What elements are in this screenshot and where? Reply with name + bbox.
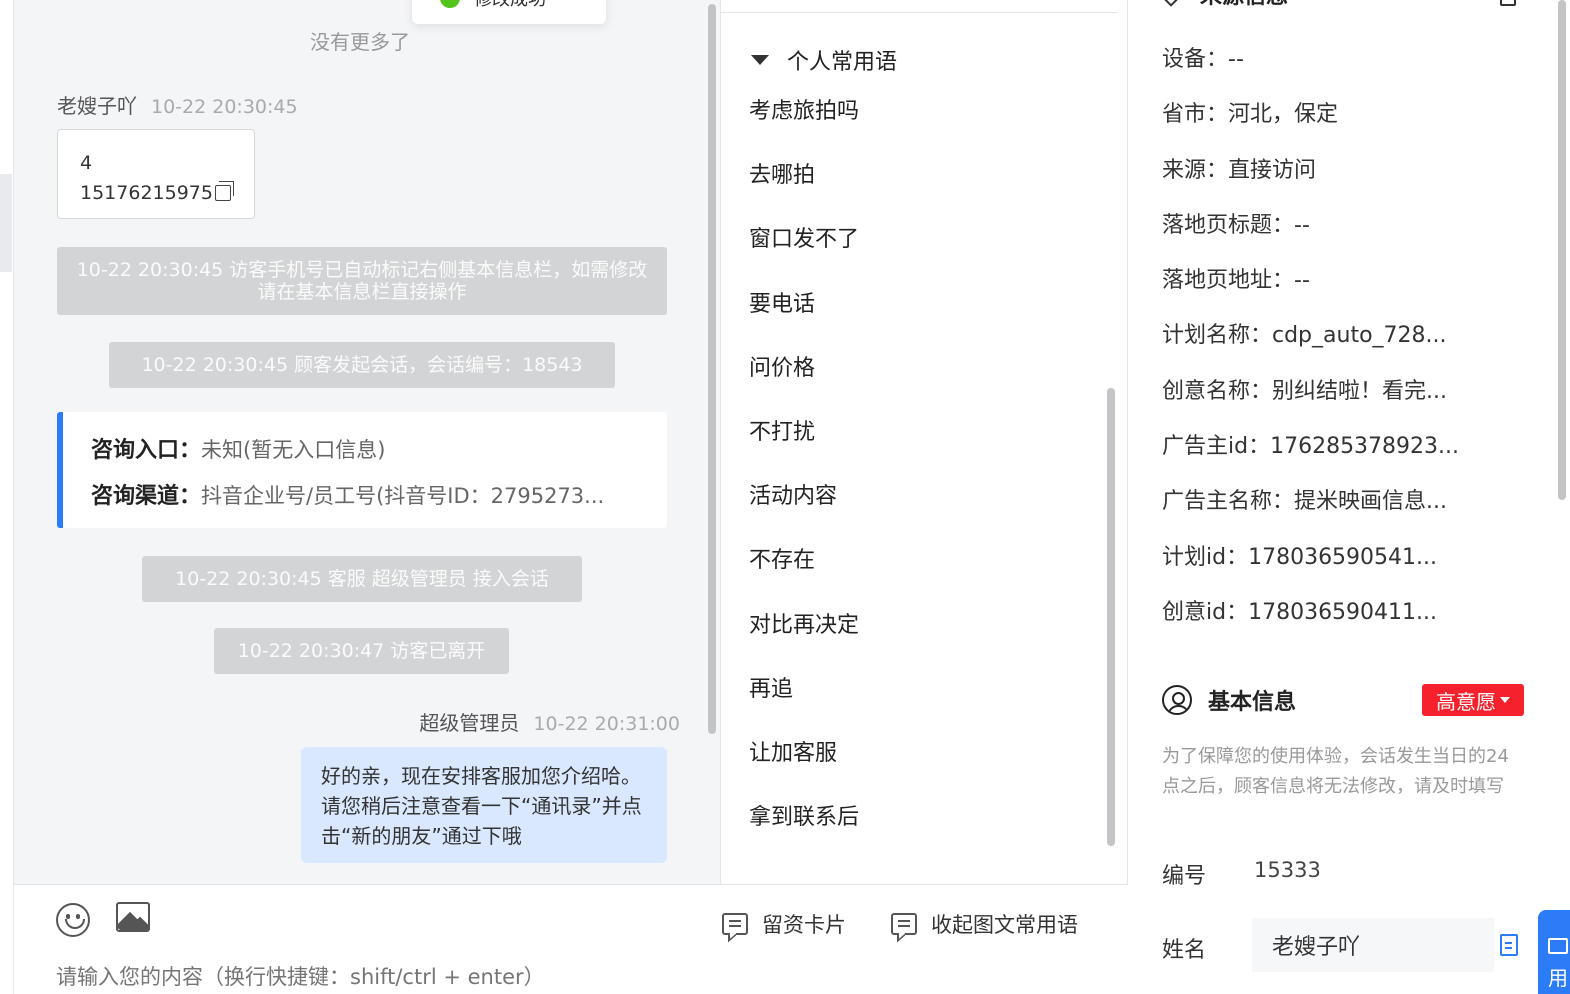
- intent-level-label: 高意愿: [1436, 689, 1496, 714]
- collapse-handle[interactable]: [0, 174, 12, 272]
- channel-value: 抖音企业号/员工号(抖音号ID：2795273...: [201, 484, 605, 508]
- name-label: 姓名: [1162, 938, 1207, 963]
- entry-label: 咨询入口：: [91, 438, 202, 463]
- phrase-item[interactable]: 窗口发不了: [749, 208, 859, 272]
- source-info-item: 来源：直接访问: [1162, 157, 1317, 183]
- id-label: 编号: [1162, 864, 1207, 889]
- phone-card: 4 15176215975: [57, 129, 255, 219]
- source-info-item: 广告主名称：提米映画信息...: [1162, 489, 1447, 515]
- consult-entry-card: 咨询入口：未知(暂无入口信息) 咨询渠道：抖音企业号/员工号(抖音号ID：279…: [57, 412, 667, 528]
- lead-card-button[interactable]: 留资卡片: [722, 909, 846, 939]
- agent-message-bubble: 好的亲，现在安排客服加您介绍哈。请您稍后注意查看一下“通讯录”并点击“新的朋友”…: [301, 747, 667, 863]
- entry-value: 未知(暂无入口信息): [201, 438, 386, 462]
- phrase-group-title: 个人常用语: [787, 50, 898, 75]
- source-info-item: 设备：--: [1162, 47, 1244, 72]
- visitor-message-time: 10-22 20:30:45: [151, 96, 298, 118]
- agent-name: 超级管理员: [419, 711, 520, 735]
- phrase-item[interactable]: 再追: [749, 658, 859, 722]
- source-info-title: 来源信息: [1200, 0, 1288, 10]
- source-info-item: 广告主id：176285378923...: [1162, 434, 1460, 460]
- phrase-item[interactable]: 去哪拍: [749, 144, 859, 208]
- system-message: 10-22 20:30:45 客服 超级管理员 接入会话: [142, 556, 582, 602]
- phrase-item[interactable]: 让加客服: [749, 722, 859, 786]
- phrase-list: 考虑旅拍吗 去哪拍 窗口发不了 要电话 问价格 不打扰 活动内容 不存在 对比再…: [749, 80, 859, 850]
- phrase-item[interactable]: 活动内容: [749, 465, 859, 529]
- agent-message-header: 超级管理员 10-22 20:31:00: [419, 707, 680, 736]
- chat-icon: [1548, 938, 1568, 954]
- phrase-item[interactable]: 问价格: [749, 337, 859, 401]
- caret-down-icon: [751, 55, 769, 65]
- copy-icon[interactable]: [214, 181, 234, 201]
- phrase-item[interactable]: 考虑旅拍吗: [749, 80, 859, 144]
- quick-phrases-panel: 个人常用语 考虑旅拍吗 去哪拍 窗口发不了 要电话 问价格 不打扰 活动内容 不…: [720, 0, 1128, 884]
- phrase-group-header[interactable]: 个人常用语: [751, 44, 897, 76]
- source-info-item: 计划名称：cdp_auto_728...: [1162, 323, 1447, 349]
- caret-down-icon: [1500, 697, 1510, 703]
- message-list-icon: [891, 913, 917, 935]
- message-card-icon: [722, 913, 748, 935]
- source-info-header: 来源信息: [1158, 0, 1288, 10]
- collapse-phrases-label: 收起图文常用语: [931, 913, 1078, 937]
- divider: [721, 12, 1117, 13]
- collapse-phrases-button[interactable]: 收起图文常用语: [891, 909, 1078, 939]
- floating-action-button[interactable]: 用: [1538, 910, 1570, 994]
- toast-text: 修改成功: [474, 0, 546, 11]
- system-message: 10-22 20:30:47 访客已离开: [214, 628, 509, 674]
- location-pin-icon: [1158, 0, 1184, 7]
- source-info-item: 创意名称：别纠结啦！看完...: [1162, 378, 1447, 404]
- source-info-item: 计划id：178036590541...: [1162, 544, 1438, 570]
- edit-icon[interactable]: [1500, 0, 1516, 6]
- id-value: 15333: [1254, 858, 1321, 882]
- channel-label: 咨询渠道：: [91, 484, 202, 509]
- basic-info-title: 基本信息: [1208, 690, 1297, 715]
- source-info-item: 省市：河北，保定: [1162, 102, 1339, 128]
- user-circle-icon: [1162, 685, 1192, 715]
- phrase-item[interactable]: 不打扰: [749, 401, 859, 465]
- phrase-item[interactable]: 不存在: [749, 529, 859, 593]
- source-info-list: 设备：-- 省市：河北，保定 来源：直接访问 落地页标题：-- 落地页地址：--…: [1162, 32, 1459, 640]
- intent-level-dropdown[interactable]: 高意愿: [1422, 684, 1524, 716]
- visitor-name: 老嫂子吖: [57, 94, 137, 118]
- phrases-scrollbar[interactable]: [1107, 388, 1115, 846]
- source-info-item: 落地页地址：--: [1162, 268, 1310, 294]
- success-check-icon: [440, 0, 460, 8]
- message-composer: 留资卡片 收起图文常用语: [14, 884, 1128, 994]
- system-message: 10-22 20:30:45 顾客发起会话，会话编号：18543: [109, 342, 615, 388]
- agent-message-time: 10-22 20:31:00: [533, 713, 680, 735]
- chat-scrollbar[interactable]: [708, 4, 716, 734]
- message-input[interactable]: [56, 965, 956, 989]
- phrase-item[interactable]: 拿到联系后: [749, 786, 859, 850]
- image-icon[interactable]: [116, 902, 150, 932]
- phone-card-line1: 4: [80, 152, 93, 174]
- source-info-item: 落地页标题：--: [1162, 212, 1310, 238]
- phone-number: 15176215975: [80, 182, 213, 204]
- lead-card-label: 留资卡片: [762, 913, 846, 937]
- chat-panel: 没有更多了 老嫂子吖 10-22 20:30:45 4 15176215975 1…: [14, 0, 720, 884]
- copy-icon[interactable]: [1500, 934, 1518, 956]
- phrase-item[interactable]: 要电话: [749, 273, 859, 337]
- emoji-icon[interactable]: [56, 903, 90, 937]
- phrase-item[interactable]: 对比再决定: [749, 594, 859, 658]
- success-toast: 修改成功: [412, 0, 606, 24]
- basic-info-header: 基本信息: [1162, 684, 1296, 716]
- visitor-message-header: 老嫂子吖 10-22 20:30:45: [57, 90, 298, 119]
- name-input[interactable]: [1252, 918, 1494, 972]
- floating-button-label: 用: [1548, 966, 1568, 990]
- left-edge-strip: [0, 0, 14, 994]
- system-message: 10-22 20:30:45 访客手机号已自动标记右侧基本信息栏，如需修改请在基…: [57, 247, 667, 315]
- edit-notice: 为了保障您的使用体验，会话发生当日的24点之后，顾客信息将无法修改，请及时填写: [1162, 746, 1509, 797]
- info-scrollbar[interactable]: [1558, 0, 1566, 500]
- customer-info-panel: 来源信息 设备：-- 省市：河北，保定 来源：直接访问 落地页标题：-- 落地页…: [1128, 0, 1570, 994]
- no-more-text: 没有更多了: [310, 30, 410, 54]
- source-info-item: 创意id：178036590411...: [1162, 599, 1438, 625]
